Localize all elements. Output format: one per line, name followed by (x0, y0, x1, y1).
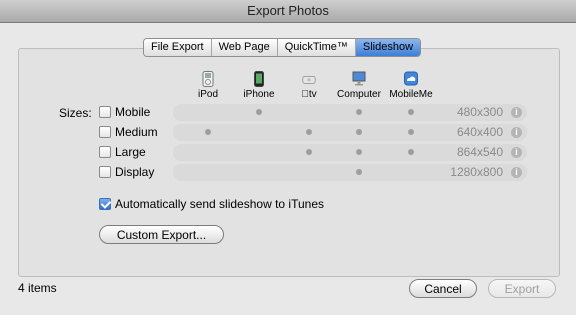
export-tabs: File Export Web Page QuickTime™ Slidesho… (143, 38, 422, 57)
compat-dot-iphone (256, 109, 262, 115)
sizes-label: Sizes: (59, 106, 92, 120)
cancel-button[interactable]: Cancel (409, 279, 477, 298)
info-icon[interactable]: i (511, 127, 522, 138)
ipod-icon (202, 71, 214, 87)
compat-dot-computer (356, 109, 362, 115)
large-checkbox[interactable] (99, 146, 111, 158)
custom-export-button[interactable]: Custom Export... (99, 225, 224, 244)
info-icon[interactable]: i (511, 107, 522, 118)
window-title: Export Photos (0, 0, 576, 23)
compat-dot-computer (356, 169, 362, 175)
computer-icon (352, 71, 366, 86)
info-icon[interactable]: i (511, 167, 522, 178)
compat-dot-computer (356, 149, 362, 155)
size-row-bar: 864x540 i (173, 144, 527, 161)
size-row-bar: 1280x800 i (173, 164, 527, 181)
item-count: 4 items (18, 281, 57, 295)
resolution-label: 640x400 (456, 125, 503, 139)
size-row-bar: 480x300 i (173, 104, 527, 121)
export-sheet: File Export Web Page QuickTime™ Slidesho… (0, 23, 576, 315)
tab-slideshow[interactable]: Slideshow (355, 39, 421, 56)
size-option-label: Medium (115, 125, 158, 139)
resolution-label: 1280x800 (450, 165, 503, 179)
compat-dot-tv (306, 149, 312, 155)
medium-checkbox[interactable] (99, 126, 111, 138)
tab-quicktime[interactable]: QuickTime™ (277, 39, 356, 56)
size-option-label: Display (115, 165, 155, 179)
iphone-icon (254, 71, 264, 87)
compat-dot-mobileme (408, 129, 414, 135)
tab-file-export[interactable]: File Export (144, 39, 212, 56)
compat-dot-mobileme (408, 149, 414, 155)
size-option-label: Mobile (115, 105, 151, 119)
auto-send-label: Automatically send slideshow to iTunes (115, 197, 324, 211)
display-checkbox[interactable] (99, 166, 111, 178)
device-label: MobileMe (389, 89, 433, 100)
size-option-label: Large (115, 145, 146, 159)
apple-tv-icon (302, 75, 316, 84)
mobileme-icon (404, 71, 418, 86)
device-computer: Computer (329, 71, 389, 100)
device-mobileme: MobileMe (381, 71, 441, 100)
info-icon[interactable]: i (511, 147, 522, 158)
export-button[interactable]: Export (488, 279, 556, 298)
compat-dot-computer (356, 129, 362, 135)
auto-send-checkbox[interactable] (99, 198, 111, 210)
compat-dot-ipod (205, 129, 211, 135)
device-label: Computer (337, 89, 381, 100)
size-row-bar: 640x400 i (173, 124, 527, 141)
resolution-label: 864x540 (456, 145, 503, 159)
mobile-checkbox[interactable] (99, 106, 111, 118)
tab-web-page[interactable]: Web Page (211, 39, 278, 56)
resolution-label: 480x300 (456, 105, 503, 119)
compat-dot-mobileme (408, 109, 414, 115)
compat-dot-tv (306, 129, 312, 135)
